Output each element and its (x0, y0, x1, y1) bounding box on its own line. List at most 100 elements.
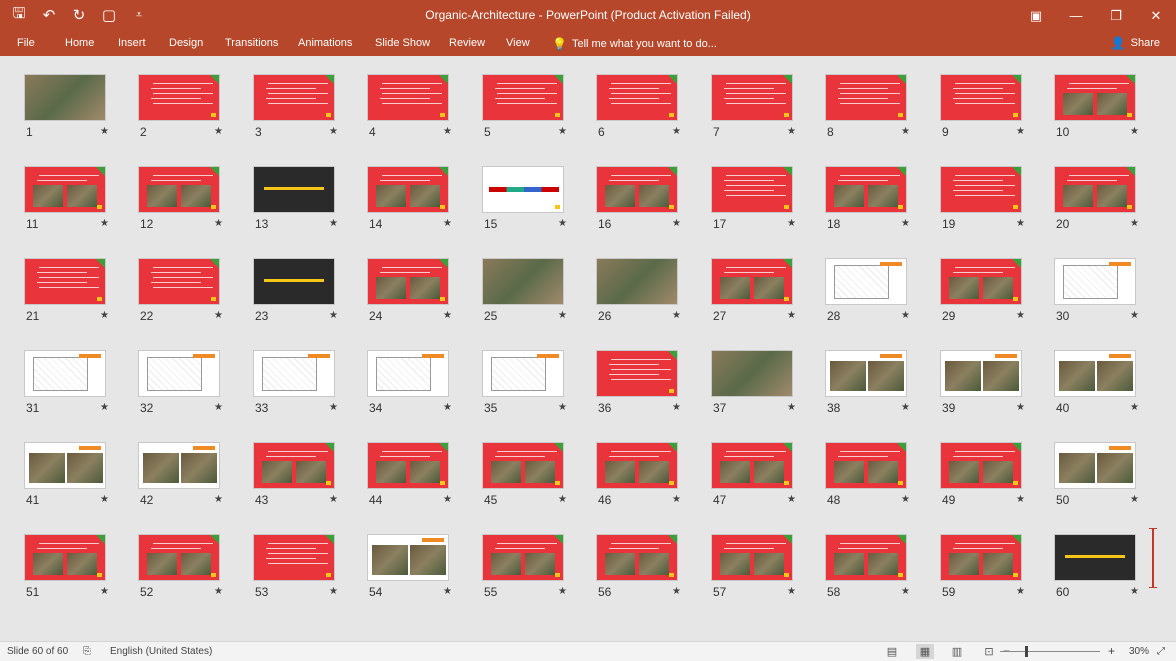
animation-star-icon[interactable]: ★ (787, 310, 796, 321)
slide-thumbnail[interactable]: 4 ★ (367, 74, 479, 152)
slide-thumbnail[interactable]: 54 ★ (367, 534, 479, 612)
slide-thumbnail[interactable]: 59 ★ (940, 534, 1052, 612)
animation-star-icon[interactable]: ★ (329, 126, 338, 137)
tab-insert[interactable]: Insert (118, 37, 146, 49)
slide-thumbnail[interactable]: 29 ★ (940, 258, 1052, 336)
animation-star-icon[interactable]: ★ (901, 402, 910, 413)
slide-thumbnail[interactable]: 19 ★ (940, 166, 1052, 244)
animation-star-icon[interactable]: ★ (1130, 126, 1139, 137)
animation-star-icon[interactable]: ★ (901, 586, 910, 597)
slide-thumbnail[interactable]: 47 ★ (711, 442, 823, 520)
animation-star-icon[interactable]: ★ (214, 218, 223, 229)
slide-thumbnail[interactable]: 17 ★ (711, 166, 823, 244)
slide-thumbnail[interactable]: 18 ★ (825, 166, 937, 244)
slide-thumbnail[interactable]: 40 ★ (1054, 350, 1166, 428)
slide-thumbnail[interactable]: 3 ★ (253, 74, 365, 152)
animation-star-icon[interactable]: ★ (100, 586, 109, 597)
animation-star-icon[interactable]: ★ (787, 494, 796, 505)
slide-thumbnail[interactable]: 25 ★ (482, 258, 594, 336)
minimize-icon[interactable]: — (1056, 0, 1096, 31)
animation-star-icon[interactable]: ★ (443, 586, 452, 597)
animation-star-icon[interactable]: ★ (558, 126, 567, 137)
spelling-icon[interactable]: ⎘ (83, 646, 91, 657)
animation-star-icon[interactable]: ★ (672, 402, 681, 413)
animation-star-icon[interactable]: ★ (901, 494, 910, 505)
slide-thumbnail[interactable]: 28 ★ (825, 258, 937, 336)
reading-view-icon[interactable]: ▥ (948, 644, 966, 659)
animation-star-icon[interactable]: ★ (1130, 310, 1139, 321)
slide-thumbnail[interactable]: 20 ★ (1054, 166, 1166, 244)
animation-star-icon[interactable]: ★ (329, 402, 338, 413)
animation-star-icon[interactable]: ★ (787, 126, 796, 137)
slide-thumbnail[interactable]: 36 ★ (596, 350, 708, 428)
slide-thumbnail[interactable]: 27 ★ (711, 258, 823, 336)
slide-thumbnail[interactable]: 12 ★ (138, 166, 250, 244)
animation-star-icon[interactable]: ★ (100, 126, 109, 137)
slide-thumbnail[interactable]: 10 ★ (1054, 74, 1166, 152)
slide-thumbnail[interactable]: 44 ★ (367, 442, 479, 520)
slide-thumbnail[interactable]: 37 ★ (711, 350, 823, 428)
slide-thumbnail[interactable]: 11 ★ (24, 166, 136, 244)
animation-star-icon[interactable]: ★ (672, 494, 681, 505)
animation-star-icon[interactable]: ★ (214, 310, 223, 321)
slide-thumbnail[interactable]: 1 ★ (24, 74, 136, 152)
slide-thumbnail[interactable]: 15 ★ (482, 166, 594, 244)
animation-star-icon[interactable]: ★ (100, 402, 109, 413)
slide-thumbnail[interactable]: 39 ★ (940, 350, 1052, 428)
slide-thumbnail[interactable]: 16 ★ (596, 166, 708, 244)
slide-thumbnail[interactable]: 8 ★ (825, 74, 937, 152)
slide-thumbnail[interactable]: 21 ★ (24, 258, 136, 336)
animation-star-icon[interactable]: ★ (443, 218, 452, 229)
slide-thumbnail[interactable]: 33 ★ (253, 350, 365, 428)
animation-star-icon[interactable]: ★ (214, 402, 223, 413)
animation-star-icon[interactable]: ★ (443, 494, 452, 505)
zoom-slider[interactable] (1000, 651, 1100, 652)
tab-file[interactable]: File (17, 37, 35, 49)
slide-thumbnail[interactable]: 45 ★ (482, 442, 594, 520)
slide-thumbnail[interactable]: 46 ★ (596, 442, 708, 520)
animation-star-icon[interactable]: ★ (558, 586, 567, 597)
slide-thumbnail[interactable]: 42 ★ (138, 442, 250, 520)
tab-view[interactable]: View (506, 37, 530, 49)
animation-star-icon[interactable]: ★ (901, 218, 910, 229)
animation-star-icon[interactable]: ★ (787, 586, 796, 597)
tab-home[interactable]: Home (65, 37, 94, 49)
slide-thumbnail[interactable]: 43 ★ (253, 442, 365, 520)
slide-thumbnail[interactable]: 52 ★ (138, 534, 250, 612)
slide-thumbnail[interactable]: 26 ★ (596, 258, 708, 336)
normal-view-icon[interactable]: ▤ (883, 644, 901, 659)
restore-icon[interactable]: ❐ (1096, 0, 1136, 31)
slide-thumbnail[interactable]: 51 ★ (24, 534, 136, 612)
slide-thumbnail[interactable]: 55 ★ (482, 534, 594, 612)
animation-star-icon[interactable]: ★ (443, 126, 452, 137)
animation-star-icon[interactable]: ★ (1130, 494, 1139, 505)
tab-review[interactable]: Review (449, 37, 485, 49)
slide-thumbnail[interactable]: 35 ★ (482, 350, 594, 428)
animation-star-icon[interactable]: ★ (1016, 126, 1025, 137)
animation-star-icon[interactable]: ★ (443, 310, 452, 321)
slide-thumbnail[interactable]: 58 ★ (825, 534, 937, 612)
tab-design[interactable]: Design (169, 37, 203, 49)
slide-thumbnail[interactable]: 9 ★ (940, 74, 1052, 152)
animation-star-icon[interactable]: ★ (214, 494, 223, 505)
animation-star-icon[interactable]: ★ (329, 586, 338, 597)
ribbon-display-icon[interactable]: ▣ (1016, 0, 1056, 31)
slide-thumbnail[interactable]: 22 ★ (138, 258, 250, 336)
animation-star-icon[interactable]: ★ (329, 218, 338, 229)
slide-thumbnail[interactable]: 53 ★ (253, 534, 365, 612)
tell-me-box[interactable]: 💡 Tell me what you want to do... (552, 37, 717, 51)
tab-animations[interactable]: Animations (298, 37, 352, 49)
slide-thumbnail[interactable]: 32 ★ (138, 350, 250, 428)
animation-star-icon[interactable]: ★ (1016, 494, 1025, 505)
slide-thumbnail[interactable]: 24 ★ (367, 258, 479, 336)
animation-star-icon[interactable]: ★ (100, 494, 109, 505)
slide-thumbnail[interactable]: 60 ★ (1054, 534, 1166, 612)
slide-thumbnail[interactable]: 38 ★ (825, 350, 937, 428)
slide-thumbnail[interactable]: 56 ★ (596, 534, 708, 612)
animation-star-icon[interactable]: ★ (558, 494, 567, 505)
animation-star-icon[interactable]: ★ (901, 310, 910, 321)
animation-star-icon[interactable]: ★ (1130, 402, 1139, 413)
animation-star-icon[interactable]: ★ (672, 126, 681, 137)
animation-star-icon[interactable]: ★ (787, 218, 796, 229)
animation-star-icon[interactable]: ★ (1130, 586, 1139, 597)
